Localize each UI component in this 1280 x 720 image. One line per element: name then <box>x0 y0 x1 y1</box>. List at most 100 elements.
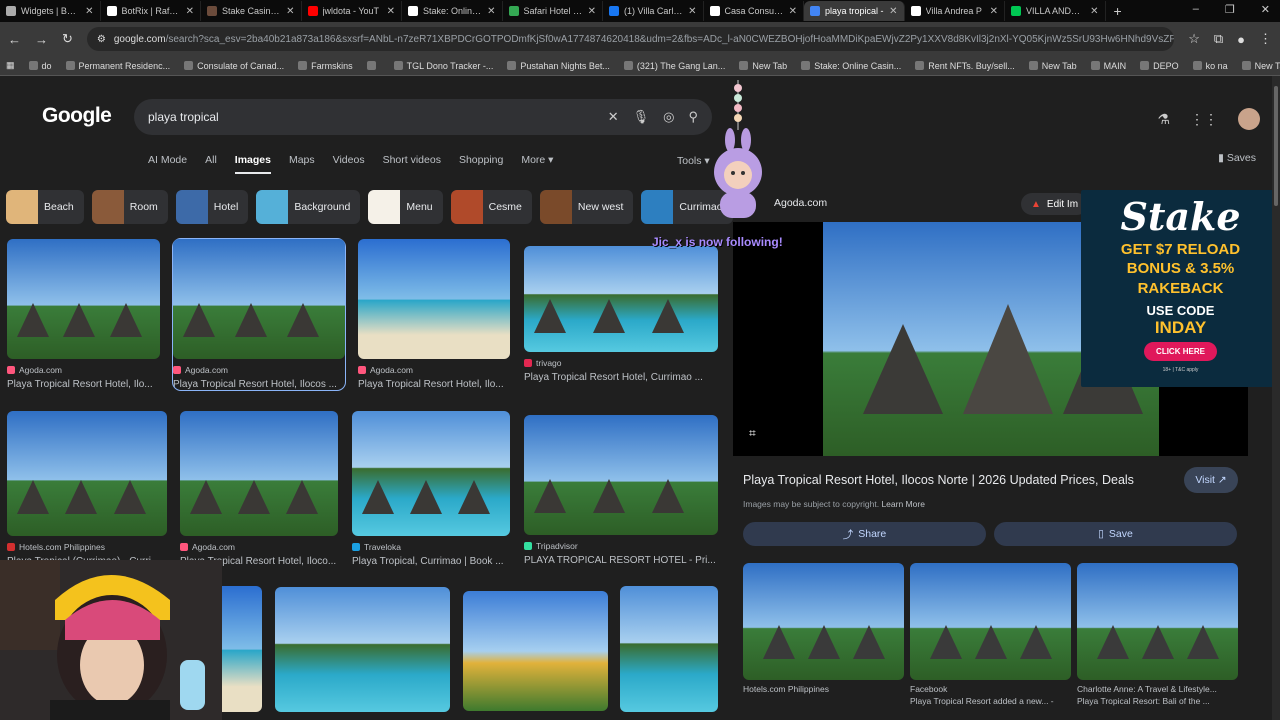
apps-grid-icon[interactable]: ⋮⋮ <box>1190 111 1218 128</box>
bookmark-item[interactable]: DEPO <box>1140 61 1179 71</box>
ad-cta-button[interactable]: CLICK HERE <box>1144 341 1217 361</box>
result-source[interactable]: Traveloka <box>352 542 510 552</box>
related-image-card[interactable]: Hotels.com Philippines <box>743 563 904 696</box>
bookmark-item[interactable]: Rent NFTs. Buy/sell... <box>915 61 1015 71</box>
tab-close-icon[interactable]: ✕ <box>889 6 897 17</box>
related-image-card[interactable]: Charlotte Anne: A Travel & Lifestyle... P… <box>1077 563 1238 706</box>
result-caption[interactable]: Playa Tropical Resort Hotel, Ilo... <box>358 379 510 390</box>
tab-close-icon[interactable]: ✕ <box>387 6 395 17</box>
chip-hotel[interactable]: Hotel <box>175 190 249 224</box>
result-source[interactable]: Hotels.com Philippines <box>7 542 167 552</box>
bookmark-item[interactable]: Stake: Online Casin... <box>801 61 901 71</box>
bookmark-star-icon[interactable]: ☆ <box>1188 31 1200 47</box>
result-image[interactable] <box>524 246 718 352</box>
page-scrollbar[interactable] <box>1272 76 1280 720</box>
saves-button[interactable]: ▮ Saves <box>1218 152 1256 164</box>
bookmark-item[interactable]: New Tab <box>739 61 787 71</box>
tab-close-icon[interactable]: ✕ <box>588 6 596 17</box>
save-button[interactable]: ▯ Save <box>994 522 1237 546</box>
result-caption[interactable]: PLAYA TROPICAL RESORT HOTEL - Pri... <box>524 555 718 566</box>
related-caption[interactable]: Playa Tropical Resort added a new... - <box>910 696 1071 706</box>
related-caption[interactable]: Playa Tropical Resort: Bali of the ... <box>1077 696 1238 706</box>
result-image[interactable] <box>352 411 510 536</box>
result-image[interactable] <box>180 411 338 536</box>
browser-tab[interactable]: Villa Andrea P ✕ <box>905 1 1005 21</box>
result-image[interactable] <box>358 239 510 359</box>
chip-menu[interactable]: Menu <box>368 190 443 224</box>
tab-more[interactable]: More ▾ <box>521 154 553 174</box>
tab-ai-mode[interactable]: AI Mode <box>148 154 187 174</box>
browser-tab[interactable]: (1) Villa Carlina ✕ <box>603 1 704 21</box>
new-tab-button[interactable]: + <box>1114 3 1122 19</box>
camera-lens-icon[interactable]: ◎ <box>663 109 674 125</box>
result-source[interactable]: Agoda.com <box>358 365 510 375</box>
browser-tab[interactable]: Stake Casino P ✕ <box>201 1 302 21</box>
preview-source[interactable]: Agoda.com <box>774 197 827 209</box>
result-image[interactable] <box>7 239 160 359</box>
tab-close-icon[interactable]: ✕ <box>688 6 696 17</box>
extensions-icon[interactable]: ⧉ <box>1214 31 1223 47</box>
stake-ad-overlay[interactable]: Stake GET $7 RELOAD BONUS & 3.5% RAKEBAC… <box>1081 190 1280 387</box>
tab-all[interactable]: All <box>205 154 217 174</box>
result-card[interactable]: trivago Playa Tropical Resort Hotel, Curr… <box>524 246 718 383</box>
result-card[interactable]: Agoda.com Playa Tropical Resort Hotel, Il… <box>180 411 338 567</box>
tab-shopping[interactable]: Shopping <box>459 154 503 174</box>
result-source[interactable]: trivago <box>524 358 718 368</box>
google-logo[interactable]: Google <box>42 104 112 128</box>
browser-tab[interactable]: Stake: Online C ✕ <box>402 1 503 21</box>
browser-tab[interactable]: playa tropical - ✕ <box>804 1 905 21</box>
clear-icon[interactable]: ✕ <box>608 109 619 125</box>
account-avatar[interactable] <box>1238 108 1260 130</box>
forward-icon[interactable]: → <box>35 32 48 47</box>
browser-tab[interactable]: jwldota - YouT ✕ <box>302 1 402 21</box>
bookmark-item[interactable]: Pustahan Nights Bet... <box>507 61 610 71</box>
tab-close-icon[interactable]: ✕ <box>1090 6 1098 17</box>
chip-new-west[interactable]: New west <box>539 190 634 224</box>
result-source[interactable]: Agoda.com <box>180 542 338 552</box>
bookmark-item[interactable]: do <box>28 61 52 71</box>
result-image-partial[interactable] <box>463 591 608 711</box>
bookmark-item[interactable]: MAIN <box>1090 61 1126 71</box>
url-field[interactable]: ⚙ google.com/search?sca_esv=2ba40b21a873… <box>86 27 1175 51</box>
bookmark-item[interactable]: Permanent Residenc... <box>65 61 170 71</box>
bookmark-item[interactable]: Farmskins <box>298 61 353 71</box>
result-caption[interactable]: Playa Tropical Resort Hotel, Ilocos ... <box>173 379 345 390</box>
tools-button[interactable]: Tools ▾ <box>677 155 710 167</box>
result-image[interactable] <box>173 239 345 359</box>
bookmark-item[interactable]: Consulate of Canad... <box>184 61 284 71</box>
visit-button[interactable]: Visit ↗ <box>1184 467 1238 493</box>
browser-tab[interactable]: Casa Consuelo ✕ <box>704 1 804 21</box>
related-image[interactable] <box>910 563 1071 680</box>
related-image[interactable] <box>1077 563 1238 680</box>
tab-close-icon[interactable]: ✕ <box>789 6 797 17</box>
scrollbar-thumb[interactable] <box>1274 86 1278 206</box>
tab-images[interactable]: Images <box>234 154 271 174</box>
labs-flask-icon[interactable]: ⚗ <box>1157 111 1170 128</box>
reload-icon[interactable]: ↻ <box>62 31 73 47</box>
preview-title[interactable]: Playa Tropical Resort Hotel, Ilocos Nort… <box>743 473 1134 487</box>
chip-cesme[interactable]: Cesme <box>450 190 532 224</box>
result-source[interactable]: Agoda.com <box>7 365 160 375</box>
related-image[interactable] <box>743 563 904 680</box>
bookmark-item[interactable]: TGL Dono Tracker -... <box>393 61 493 71</box>
bookmark-item[interactable]: ko na <box>1192 61 1228 71</box>
result-caption[interactable]: Playa Tropical Resort Hotel, Currimao ..… <box>524 372 718 383</box>
browser-tab[interactable]: BotRix | Raffles ✕ <box>101 1 201 21</box>
tab-maps[interactable]: Maps <box>289 154 315 174</box>
edit-image-button[interactable]: ▲ Edit Im <box>1021 193 1089 215</box>
result-card[interactable]: Tripadvisor PLAYA TROPICAL RESORT HOTEL -… <box>524 415 718 566</box>
profile-icon[interactable]: ● <box>1237 32 1245 47</box>
bookmark-item[interactable]: (321) The Gang Lan... <box>623 61 725 71</box>
apps-grid-icon[interactable]: ▦ <box>6 60 15 71</box>
result-image-partial[interactable] <box>620 586 718 712</box>
chip-background[interactable]: Background <box>256 190 361 224</box>
result-image-partial[interactable] <box>275 587 450 712</box>
bookmark-item[interactable]: New Tab <box>1241 61 1280 71</box>
tab-short-videos[interactable]: Short videos <box>383 154 441 174</box>
close-window-button[interactable]: ✕ <box>1261 3 1270 16</box>
tab-close-icon[interactable]: ✕ <box>286 6 294 17</box>
visual-search-icon[interactable]: ⌗ <box>749 426 756 441</box>
result-source[interactable]: Agoda.com <box>173 365 345 375</box>
back-icon[interactable]: ← <box>8 32 21 47</box>
result-caption[interactable]: Playa Tropical Resort Hotel, Ilo... <box>7 379 160 390</box>
